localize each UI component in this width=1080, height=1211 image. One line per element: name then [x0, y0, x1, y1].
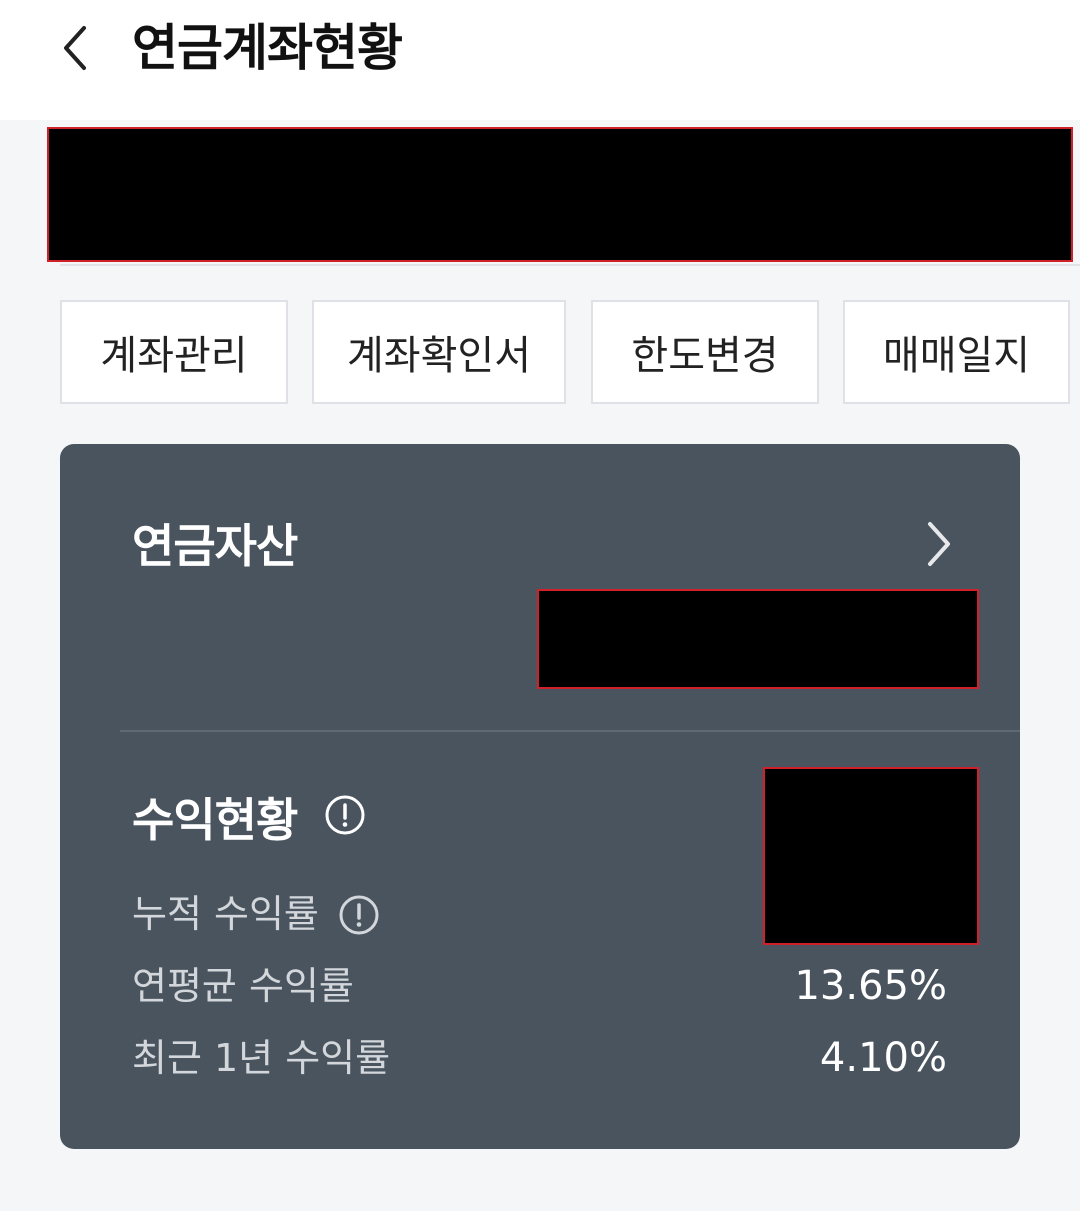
account-manage-button[interactable]: 계좌관리	[60, 300, 288, 404]
info-icon[interactable]	[338, 894, 380, 936]
page-title: 연금계좌현황	[132, 19, 403, 77]
recent-1year-return-label: 최근 1년 수익률	[132, 1036, 391, 1080]
account-certificate-button[interactable]: 계좌확인서	[312, 300, 566, 404]
card-divider	[120, 730, 1020, 732]
chevron-left-icon	[64, 26, 86, 70]
pension-summary-card: 연금자산 수익현황 누적 수익률 연평균 수익률 13.65% 최근 1년 수익…	[60, 444, 1020, 1149]
recent-1year-return-value: 4.10%	[819, 1035, 947, 1081]
profit-status-title: 수익현황	[132, 793, 298, 847]
chevron-right-icon[interactable]	[920, 518, 960, 570]
annual-average-return-value: 13.65%	[794, 963, 947, 1009]
info-icon[interactable]	[324, 794, 366, 836]
cumulative-return-label: 누적 수익률	[132, 892, 319, 936]
trading-journal-button[interactable]: 매매일지	[843, 300, 1070, 404]
pension-assets-title: 연금자산	[132, 519, 298, 573]
redacted-account-selector[interactable]	[47, 127, 1073, 262]
app-header: 연금계좌현황	[0, 0, 1080, 120]
redacted-profit-amount	[763, 767, 979, 945]
divider	[60, 264, 1080, 266]
annual-average-return-label: 연평균 수익률	[132, 964, 354, 1008]
limit-change-button[interactable]: 한도변경	[591, 300, 819, 404]
back-button[interactable]	[50, 18, 100, 78]
redacted-asset-amount	[537, 589, 979, 689]
